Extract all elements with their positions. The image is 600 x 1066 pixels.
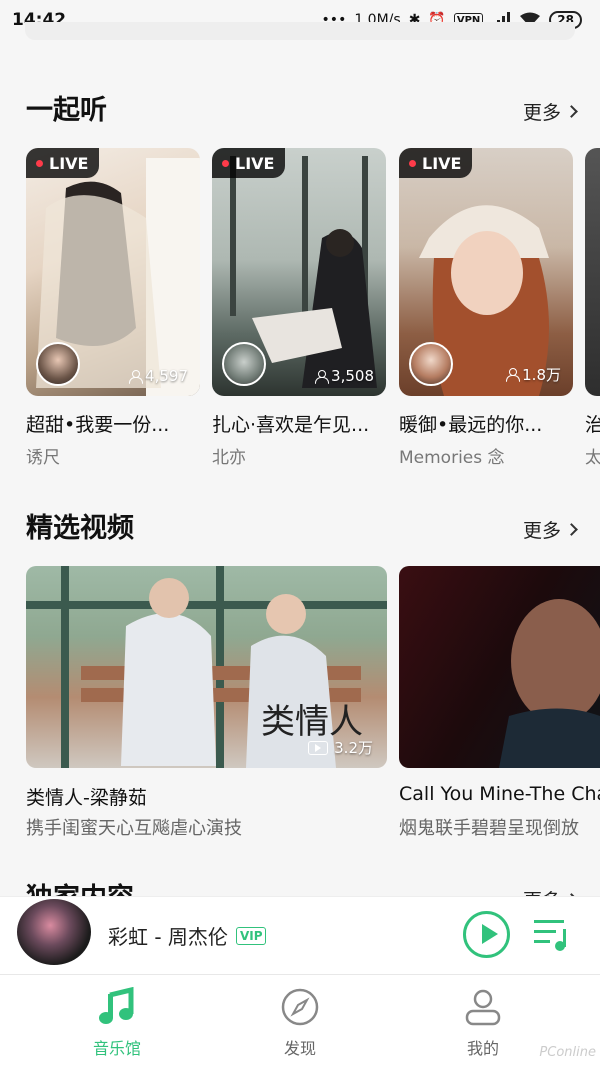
live-badge: LIVE (212, 148, 286, 178)
listener-icon (315, 369, 330, 384)
now-playing[interactable]: 彩虹 - 周杰伦 VIP (108, 921, 267, 950)
listener-number: 4,597 (145, 367, 188, 385)
listener-number: 1.8万 (522, 366, 561, 384)
watermark: PConline (539, 1045, 596, 1060)
chevron-right-icon (565, 523, 578, 536)
listener-count: 1.8万 (506, 364, 561, 385)
music-note-icon (99, 987, 134, 1024)
live-badge: LIVE (399, 148, 473, 178)
video-subtitle[interactable]: 烟鬼联手碧碧呈现倒放 (399, 814, 600, 840)
listener-number: 3,508 (331, 367, 374, 385)
video-card[interactable] (399, 566, 600, 768)
more-label: 更多 (522, 520, 561, 542)
video-icon (308, 740, 329, 755)
live-label: LIVE (422, 153, 462, 173)
nav-discover[interactable]: 发现 (240, 987, 360, 1059)
play-button[interactable] (463, 911, 510, 958)
live-room-card[interactable]: LIVE 4,597 (26, 148, 200, 396)
live-badge: LIVE (26, 148, 100, 178)
nav-mine[interactable]: 我的 (423, 987, 543, 1059)
listener-icon (129, 369, 144, 384)
chevron-right-icon (565, 105, 578, 118)
view-count: 3.2万 (308, 737, 373, 758)
mini-player[interactable]: 彩虹 - 周杰伦 VIP (0, 896, 600, 974)
live-room-title[interactable]: 暖御•最远的你... (399, 410, 573, 437)
video-title[interactable]: 类情人-梁静茹 (26, 783, 387, 810)
live-room-title[interactable]: 扎心·喜欢是乍见... (212, 410, 388, 437)
listener-count: 4,597 (129, 367, 188, 385)
view-number: 3.2万 (334, 739, 373, 757)
video-title-overlay: 类情人 (261, 702, 363, 742)
more-label: 更多 (522, 102, 561, 124)
live-label: LIVE (49, 153, 89, 173)
listener-count: 3,508 (315, 367, 374, 385)
vip-badge: VIP (235, 926, 267, 945)
host-avatar (409, 342, 453, 386)
section-title-listen-together: 一起听 (26, 95, 107, 126)
song-title: 彩虹 - 周杰伦 (108, 925, 228, 949)
video-title[interactable]: Call You Mine-The Cha (399, 783, 600, 805)
playlist-icon[interactable] (534, 917, 572, 951)
live-room-host[interactable]: 北亦 (212, 443, 386, 468)
host-avatar (222, 342, 266, 386)
live-room-card[interactable]: LIVE 3,508 (212, 148, 386, 396)
live-dot-icon (409, 159, 416, 167)
live-room-host[interactable]: 太 (585, 443, 600, 468)
live-room-host[interactable]: Memories 念 (399, 443, 573, 468)
bottom-nav: 音乐馆 发现 我的 PConline (0, 974, 600, 1066)
live-room-title[interactable]: 超甜•我要一份... (26, 410, 200, 437)
compass-icon (281, 988, 319, 1026)
nav-label: 发现 (283, 1039, 316, 1058)
live-room-title[interactable]: 治 (585, 410, 600, 437)
listen-together-more-link[interactable]: 更多 (522, 98, 578, 125)
live-room-card[interactable]: LIVE 1.8万 (399, 148, 573, 396)
section-title-featured-videos: 精选视频 (26, 513, 134, 544)
person-icon (465, 989, 501, 1026)
nav-music-hall[interactable]: 音乐馆 (57, 987, 177, 1059)
album-cover[interactable] (17, 899, 91, 965)
live-room-card[interactable] (585, 148, 600, 396)
featured-videos-more-link[interactable]: 更多 (522, 516, 578, 543)
live-dot-icon (222, 159, 229, 167)
nav-label: 我的 (466, 1039, 499, 1058)
listener-icon (506, 368, 521, 382)
video-card[interactable]: 类情人 3.2万 (26, 566, 387, 768)
live-room-host[interactable]: 诱尺 (26, 443, 200, 468)
video-subtitle[interactable]: 携手闺蜜天心互飚虐心演技 (26, 814, 387, 840)
nav-label: 音乐馆 (92, 1039, 141, 1058)
video-thumbnail (499, 599, 600, 768)
top-card-edge (25, 22, 575, 40)
live-dot-icon (36, 159, 43, 167)
live-label: LIVE (235, 153, 275, 173)
host-avatar (36, 342, 80, 386)
